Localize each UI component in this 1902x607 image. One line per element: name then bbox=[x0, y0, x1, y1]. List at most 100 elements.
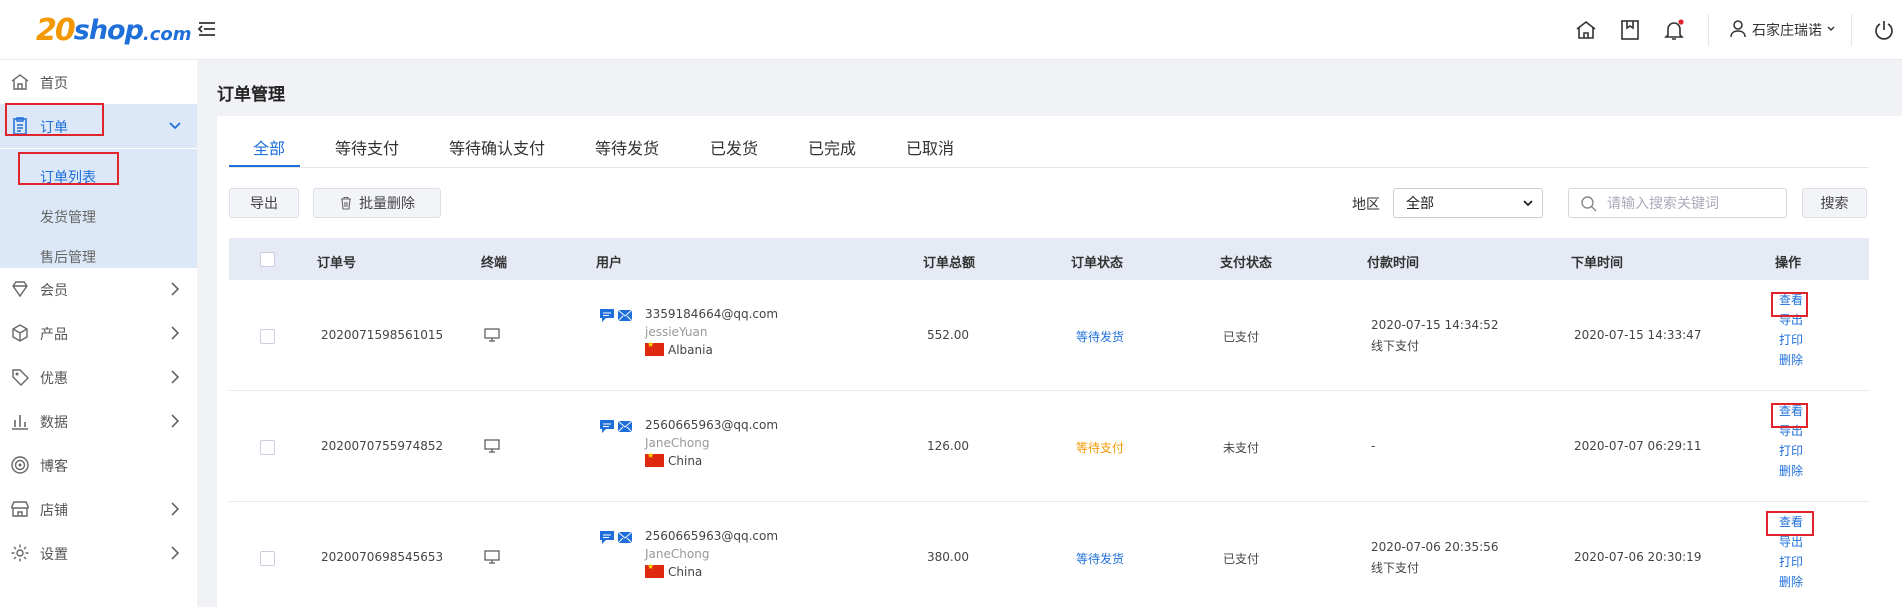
tab-all[interactable]: 全部 bbox=[253, 135, 285, 159]
print-link[interactable]: 打印 bbox=[1779, 330, 1803, 350]
chevron-right-icon bbox=[171, 414, 180, 428]
tab-cancelled[interactable]: 已取消 bbox=[906, 135, 954, 159]
power-icon[interactable] bbox=[1870, 16, 1898, 44]
col-order-time: 下单时间 bbox=[1571, 256, 1624, 271]
export-button[interactable]: 导出 bbox=[229, 188, 299, 218]
pay-status: 已支付 bbox=[1223, 330, 1260, 344]
bookmark-icon[interactable] bbox=[1616, 16, 1644, 44]
store-icon bbox=[11, 501, 29, 517]
sidebar-item-label: 会员 bbox=[40, 283, 68, 299]
logo-shop: shop bbox=[73, 14, 144, 46]
search-button[interactable]: 搜索 bbox=[1802, 188, 1867, 218]
row-checkbox[interactable] bbox=[260, 440, 275, 455]
chat-icon[interactable] bbox=[599, 530, 615, 545]
chevron-down-icon bbox=[1523, 200, 1533, 207]
sidebar-item-label: 数据 bbox=[40, 415, 68, 431]
mail-icon[interactable] bbox=[617, 308, 633, 323]
contact-icons bbox=[599, 419, 633, 434]
col-order-status: 订单状态 bbox=[1071, 256, 1124, 271]
username: 石家庄瑞诺 bbox=[1752, 23, 1822, 39]
search-input[interactable] bbox=[1607, 194, 1777, 214]
china-flag-icon bbox=[645, 562, 664, 578]
table-header: 订单号 终端 用户 订单总额 订单状态 支付状态 付款时间 下单时间 操作 bbox=[229, 238, 1869, 280]
china-flag-icon bbox=[645, 451, 664, 467]
tab-awaiting-confirmation[interactable]: 等待确认支付 bbox=[449, 135, 545, 159]
contact-icons bbox=[599, 308, 633, 323]
monitor-icon bbox=[484, 550, 500, 564]
pay-time: 2020-07-15 14:34:52 bbox=[1371, 318, 1499, 332]
target-icon bbox=[11, 456, 29, 474]
row-checkbox[interactable] bbox=[260, 329, 275, 344]
pay-status: 已支付 bbox=[1223, 552, 1260, 566]
sidebar-item-data[interactable]: 数据 bbox=[0, 399, 197, 443]
chat-icon[interactable] bbox=[599, 419, 615, 434]
delete-link[interactable]: 删除 bbox=[1779, 350, 1803, 370]
bar-chart-icon bbox=[12, 415, 28, 430]
logo[interactable]: 20 shop .com bbox=[36, 8, 192, 52]
print-link[interactable]: 打印 bbox=[1779, 441, 1803, 461]
sidebar-subitem-aftersales[interactable]: 售后管理 bbox=[40, 247, 96, 267]
col-order-no: 订单号 bbox=[317, 256, 357, 271]
sidebar-item-members[interactable]: 会员 bbox=[0, 267, 197, 311]
table-row: 2020070698545653 2560665963@qq.com JaneC… bbox=[229, 502, 1869, 607]
box-icon bbox=[12, 324, 28, 342]
order-number: 2020070698545653 bbox=[321, 550, 444, 564]
user-menu[interactable]: 石家庄瑞诺 bbox=[1728, 16, 1836, 44]
delete-link[interactable]: 删除 bbox=[1779, 572, 1803, 592]
home-icon bbox=[11, 74, 29, 90]
sidebar-item-promotions[interactable]: 优惠 bbox=[0, 355, 197, 399]
order-time: 2020-07-07 06:29:11 bbox=[1574, 439, 1702, 453]
order-status: 等待支付 bbox=[1076, 441, 1125, 455]
menu-collapse-icon[interactable] bbox=[196, 18, 218, 40]
sidebar-item-label: 优惠 bbox=[40, 371, 68, 387]
user-email: 2560665963@qq.com bbox=[645, 529, 779, 543]
sidebar-item-label: 首页 bbox=[40, 76, 68, 92]
search-button-label: 搜索 bbox=[1820, 196, 1849, 212]
sidebar-item-products[interactable]: 产品 bbox=[0, 311, 197, 355]
chevron-down-icon bbox=[1826, 22, 1836, 38]
mail-icon[interactable] bbox=[617, 530, 633, 545]
chevron-right-icon bbox=[171, 326, 180, 340]
print-link[interactable]: 打印 bbox=[1779, 552, 1803, 572]
sidebar-item-store[interactable]: 店铺 bbox=[0, 487, 197, 531]
search-box bbox=[1568, 188, 1787, 218]
select-all-checkbox[interactable] bbox=[260, 252, 275, 267]
bell-icon[interactable] bbox=[1660, 16, 1688, 44]
highlight-box bbox=[1766, 511, 1814, 536]
monitor-icon bbox=[484, 439, 500, 453]
albania-flag-icon bbox=[645, 340, 664, 356]
chevron-right-icon bbox=[171, 282, 180, 296]
highlight-box bbox=[1771, 403, 1808, 428]
header-divider bbox=[1708, 14, 1709, 46]
region-select[interactable]: 全部 bbox=[1393, 188, 1543, 218]
logo-com: .com bbox=[142, 23, 192, 45]
col-actions: 操作 bbox=[1775, 256, 1802, 271]
col-terminal: 终端 bbox=[481, 256, 508, 271]
table-row: 2020070755974852 2560665963@qq.com JaneC… bbox=[229, 391, 1869, 502]
tab-awaiting-payment[interactable]: 等待支付 bbox=[335, 135, 399, 159]
tab-awaiting-shipment[interactable]: 等待发货 bbox=[595, 135, 659, 159]
sidebar-subitem-shipping[interactable]: 发货管理 bbox=[40, 207, 96, 227]
order-tabs: 全部 等待支付 等待确认支付 等待发货 已发货 已完成 已取消 bbox=[229, 133, 1869, 168]
row-checkbox[interactable] bbox=[260, 551, 275, 566]
contact-icons bbox=[599, 530, 633, 545]
chat-icon[interactable] bbox=[599, 308, 615, 323]
order-status: 等待发货 bbox=[1076, 330, 1125, 344]
tab-shipped[interactable]: 已发货 bbox=[710, 135, 758, 159]
batch-delete-label: 批量删除 bbox=[359, 196, 415, 212]
search-icon bbox=[1581, 196, 1597, 212]
sidebar-item-settings[interactable]: 设置 bbox=[0, 531, 197, 575]
export-label: 导出 bbox=[250, 196, 278, 212]
table-row: 2020071598561015 3359184664@qq.com jessi… bbox=[229, 280, 1869, 391]
order-status: 等待发货 bbox=[1076, 552, 1125, 566]
sidebar-item-home[interactable]: 首页 bbox=[0, 60, 197, 104]
sidebar-item-blog[interactable]: 博客 bbox=[0, 443, 197, 487]
tab-completed[interactable]: 已完成 bbox=[808, 135, 856, 159]
page-title: 订单管理 bbox=[217, 85, 285, 105]
user-email: 3359184664@qq.com bbox=[645, 307, 779, 321]
home-icon[interactable] bbox=[1572, 16, 1600, 44]
delete-link[interactable]: 删除 bbox=[1779, 461, 1803, 481]
mail-icon[interactable] bbox=[617, 419, 633, 434]
batch-delete-button[interactable]: 批量删除 bbox=[313, 188, 441, 218]
user-country: Albania bbox=[645, 340, 713, 357]
